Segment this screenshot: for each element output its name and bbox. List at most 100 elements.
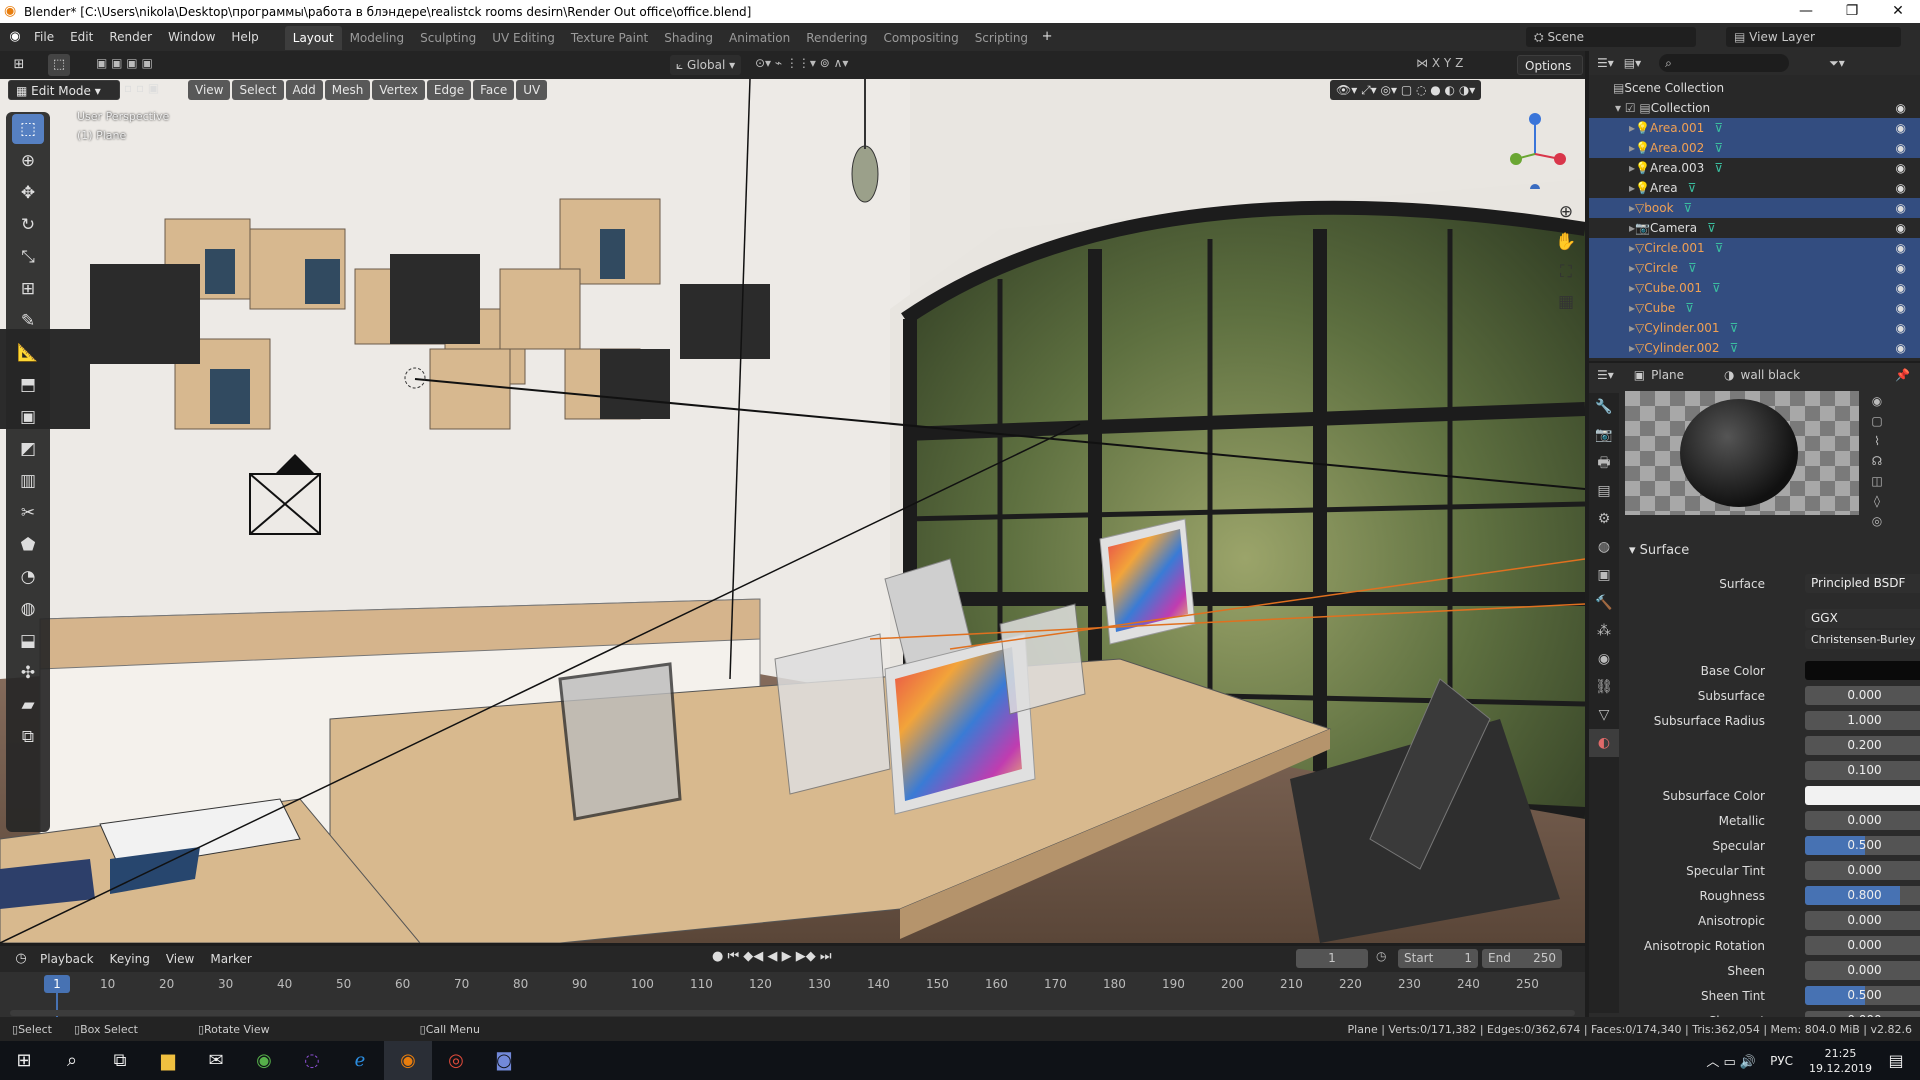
outliner-row[interactable]: ▸ ▽ Cube.001 ⊽ ◉	[1589, 278, 1920, 298]
value-slider[interactable]: 0.000	[1805, 911, 1920, 930]
outliner-search-input[interactable]: ⌕	[1659, 54, 1790, 72]
object-data-icon[interactable]: ⊽	[1730, 321, 1739, 335]
outliner-row[interactable]: ▸ ▽ Cube ⊽ ◉	[1589, 298, 1920, 318]
value-slider[interactable]: 0.500	[1805, 836, 1920, 855]
outliner-row[interactable]: ▸ 💡 Area.001 ⊽ ◉	[1589, 118, 1920, 138]
ortho-grid-icon[interactable]: ▦	[1553, 287, 1579, 317]
visibility-eye-icon[interactable]: ◉	[1896, 281, 1906, 295]
shrink-fatten-tool-icon[interactable]: ✣	[12, 658, 44, 688]
menu-timeline-view[interactable]: View	[158, 945, 202, 973]
visibility-eye-icon[interactable]: ◉	[1896, 101, 1906, 115]
3d-viewport[interactable]: User Perspective (1) Plane ⊕ ✋ ⛶ ▦	[0, 79, 1585, 943]
color-swatch[interactable]	[1805, 786, 1920, 805]
color-swatch[interactable]	[1805, 661, 1920, 680]
extrude-tool-icon[interactable]: ⬒	[12, 370, 44, 400]
maximize-button[interactable]: ❐	[1829, 0, 1875, 23]
poly-build-tool-icon[interactable]: ⬟	[12, 530, 44, 560]
object-data-icon[interactable]: ⊽	[1685, 301, 1694, 315]
visibility-eye-icon[interactable]: ◉	[1896, 161, 1906, 175]
file-explorer-icon[interactable]: ▆	[144, 1041, 192, 1080]
add-workspace-icon[interactable]: +	[1036, 26, 1058, 48]
mail-icon[interactable]: ✉	[192, 1041, 240, 1080]
value-slider[interactable]: 0.000	[1805, 811, 1920, 830]
object-data-icon[interactable]: ⊽	[1688, 181, 1697, 195]
object-data-icon[interactable]: ⊽	[1714, 121, 1723, 135]
axis-y[interactable]: Y	[1444, 56, 1451, 70]
blender-taskbar-icon[interactable]: ◉	[384, 1041, 432, 1080]
object-data-icon[interactable]: ⊽	[1684, 201, 1693, 215]
surface-shader-field[interactable]: Principled BSDF	[1805, 574, 1920, 593]
value-slider[interactable]: 0.800	[1805, 886, 1920, 905]
minimize-button[interactable]: —	[1783, 0, 1829, 23]
visibility-eye-icon[interactable]: ◉	[1896, 201, 1906, 215]
menu-edit[interactable]: Edit	[62, 23, 101, 51]
cursor-tool-icon[interactable]: ⊕	[12, 146, 44, 176]
output-tab-icon[interactable]: 🖶	[1589, 449, 1619, 477]
visibility-eye-icon[interactable]: ◉	[1896, 121, 1906, 135]
value-slider[interactable]: 0.000	[1805, 936, 1920, 955]
clock[interactable]: 21:25 19.12.2019	[1809, 1046, 1872, 1076]
measure-tool-icon[interactable]: 📐	[12, 338, 44, 368]
view-layer-selector[interactable]: ▤ View Layer	[1726, 27, 1901, 47]
value-slider[interactable]: 0.000	[1805, 961, 1920, 980]
visibility-eye-icon[interactable]: ◉	[1896, 261, 1906, 275]
material-tab-icon[interactable]: ◐	[1589, 729, 1619, 757]
menu-keying[interactable]: Keying	[102, 945, 158, 973]
preview-type-icons[interactable]: ◉ ▢ ⌇ ☊ ◫ ◊ ◎	[1866, 391, 1888, 531]
tab-sculpting[interactable]: Sculpting	[412, 26, 484, 50]
object-data-icon[interactable]: ⊽	[1707, 221, 1716, 235]
surface-panel-header[interactable]: ▾ Surface	[1629, 543, 1919, 565]
task-view-icon[interactable]: ⧉	[96, 1041, 144, 1080]
data-tab-icon[interactable]: ▽	[1589, 701, 1619, 729]
knife-tool-icon[interactable]: ✂	[12, 498, 44, 528]
outliner-row[interactable]: ▸ 💡 Area.002 ⊽ ◉	[1589, 138, 1920, 158]
editor-type-icon[interactable]: ⊞	[8, 54, 30, 76]
spin-tool-icon[interactable]: ◔	[12, 562, 44, 592]
scene-collection-row[interactable]: ▤ Scene Collection	[1589, 78, 1920, 98]
world-tab-icon[interactable]: ◍	[1589, 533, 1619, 561]
value-slider[interactable]: 0.000	[1805, 861, 1920, 880]
view-layer-tab-icon[interactable]: ▤	[1589, 477, 1619, 505]
object-data-icon[interactable]: ⊽	[1714, 141, 1723, 155]
tab-compositing[interactable]: Compositing	[875, 26, 966, 50]
playback-controls[interactable]: ● ⏮ ◆◀ ◀ ▶ ▶◆ ⏭	[712, 949, 832, 964]
loop-cut-tool-icon[interactable]: ▥	[12, 466, 44, 496]
options-dropdown[interactable]: Options ▾	[1517, 55, 1583, 93]
notification-icon[interactable]: ▤	[1872, 1041, 1920, 1080]
outliner-row[interactable]: ▸ ▽ book ⊽ ◉	[1589, 198, 1920, 218]
menu-face[interactable]: Face	[473, 80, 515, 100]
modifier-tab-icon[interactable]: 🔨	[1589, 589, 1619, 617]
object-tab-icon[interactable]: ▣	[1589, 561, 1619, 589]
rip-tool-icon[interactable]: ⧉	[12, 722, 44, 752]
tab-texture-paint[interactable]: Texture Paint	[563, 26, 656, 50]
menu-render[interactable]: Render	[101, 23, 160, 51]
discord-icon[interactable]: ◙	[480, 1041, 528, 1080]
object-data-icon[interactable]: ⊽	[1688, 261, 1697, 275]
inset-tool-icon[interactable]: ▣	[12, 402, 44, 432]
axis-z[interactable]: Z	[1455, 56, 1463, 70]
start-frame-field[interactable]: Start 1	[1398, 949, 1478, 968]
menu-mesh[interactable]: Mesh	[324, 80, 371, 100]
timeline-scrollbar[interactable]	[10, 1010, 1575, 1016]
end-frame-field[interactable]: End 250	[1482, 949, 1562, 968]
playhead-frame[interactable]: 1	[44, 975, 70, 993]
physics-tab-icon[interactable]: ◉	[1589, 645, 1619, 673]
tab-uv-editing[interactable]: UV Editing	[484, 26, 563, 50]
properties-type-icon[interactable]: ☰▾	[1597, 368, 1614, 382]
outliner-type-icon[interactable]: ☰▾	[1597, 56, 1614, 70]
value-slider[interactable]: 1.000	[1805, 711, 1920, 730]
tab-layout[interactable]: Layout	[284, 26, 342, 50]
pin-icon[interactable]: 📌	[1895, 368, 1910, 382]
tab-shading[interactable]: Shading	[656, 26, 721, 50]
visibility-eye-icon[interactable]: ◉	[1896, 321, 1906, 335]
visibility-eye-icon[interactable]: ◉	[1896, 141, 1906, 155]
visibility-eye-icon[interactable]: ◉	[1896, 221, 1906, 235]
annotate-tool-icon[interactable]: ✎	[12, 306, 44, 336]
visibility-eye-icon[interactable]: ◉	[1896, 301, 1906, 315]
menu-edge[interactable]: Edge	[426, 80, 472, 100]
pan-hand-icon[interactable]: ✋	[1553, 227, 1579, 257]
component-mode-icons[interactable]: ▫ ▫ ▣	[124, 81, 159, 95]
blender-menu-icon[interactable]: ◉	[4, 26, 26, 48]
visibility-eye-icon[interactable]: ◉	[1896, 341, 1906, 355]
object-data-icon[interactable]: ⊽	[1715, 241, 1724, 255]
